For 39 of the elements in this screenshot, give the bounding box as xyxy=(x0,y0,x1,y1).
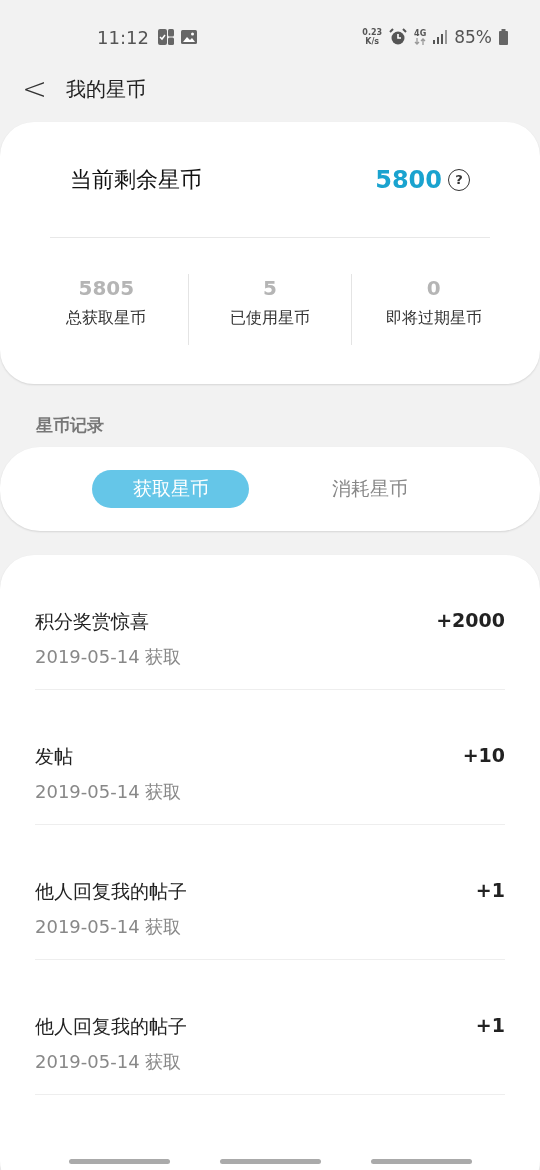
stat-value: 5805 xyxy=(78,276,135,300)
record-date: 2019-05-14 获取 xyxy=(35,645,182,669)
battery-percent: 85% xyxy=(454,27,492,47)
back-button[interactable]: < xyxy=(22,74,46,104)
record-amount: +1 xyxy=(475,879,505,901)
speed-unit: K/s xyxy=(365,37,380,46)
nav-handle[interactable] xyxy=(68,1159,170,1164)
nav-handle[interactable] xyxy=(370,1159,472,1164)
signal-icon xyxy=(433,30,448,44)
section-title: 星币记录 xyxy=(36,414,105,437)
balance-label: 当前剩余星币 xyxy=(70,165,202,194)
network-speed: 0.23 xyxy=(362,28,383,37)
stat-label: 已使用星币 xyxy=(230,308,310,329)
record-amount: +10 xyxy=(462,744,505,766)
record-date: 2019-05-14 获取 xyxy=(35,915,183,939)
clock-time: 11:12 xyxy=(97,26,149,48)
balance-value: 5800 xyxy=(375,165,442,194)
checklist-icon xyxy=(157,29,174,45)
record-amount: +2000 xyxy=(436,609,505,631)
record-title: 他人回复我的帖子 xyxy=(35,879,187,904)
alarm-icon xyxy=(389,28,408,46)
tab[interactable]: 消耗星币 xyxy=(291,470,448,508)
stat-label: 总获取星币 xyxy=(66,308,147,329)
record-amount: +1 xyxy=(475,1014,505,1036)
image-icon xyxy=(180,29,197,45)
battery-icon xyxy=(499,29,508,45)
record-title: 积分奖赏惊喜 xyxy=(35,609,150,634)
record-title: 发帖 xyxy=(35,744,74,769)
record-title: 他人回复我的帖子 xyxy=(35,1014,187,1039)
stat-value: 5 xyxy=(263,276,277,300)
help-button[interactable]: ? xyxy=(448,168,470,191)
record-date: 2019-05-14 获取 xyxy=(35,780,182,804)
nav-handle[interactable] xyxy=(219,1159,321,1164)
stat-value: 0 xyxy=(426,276,441,300)
page-title: 我的星币 xyxy=(66,75,146,103)
stat-label: 即将过期星币 xyxy=(385,308,482,329)
network-type: 4G xyxy=(414,29,427,38)
record-date: 2019-05-14 获取 xyxy=(35,1050,183,1074)
data-arrows-icon xyxy=(414,38,427,45)
